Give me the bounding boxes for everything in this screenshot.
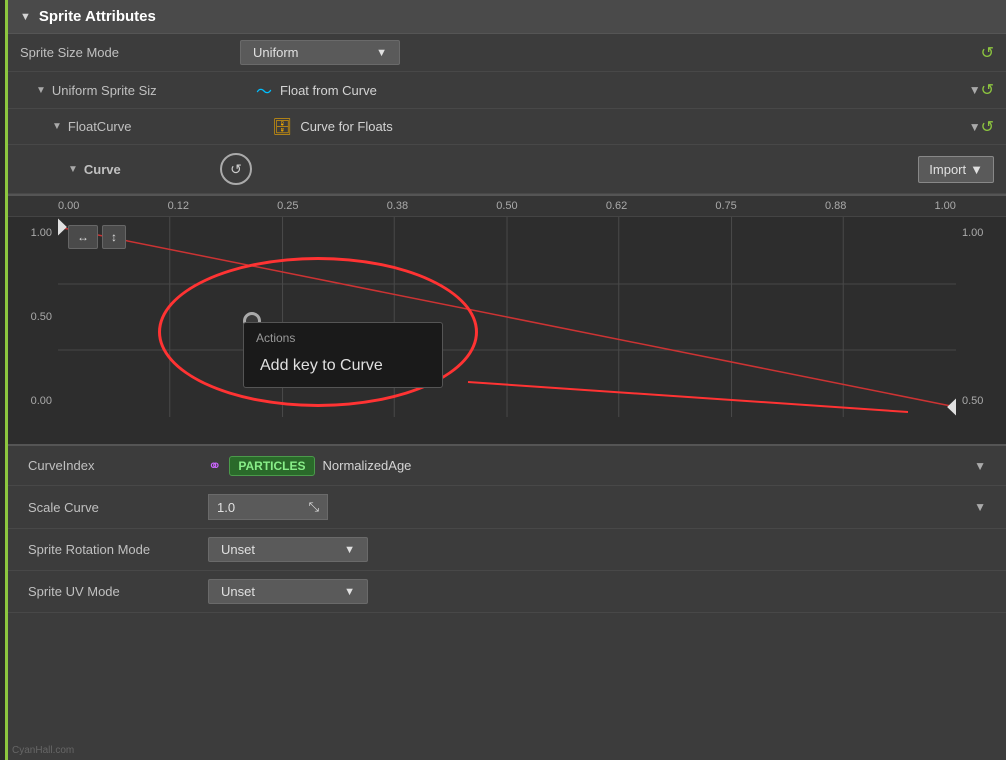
value-arrow-icon[interactable]: ▼ (969, 83, 981, 97)
sprite-size-mode-row: Sprite Size Mode Uniform ▼ ↺ (8, 34, 1006, 72)
expand-triangle[interactable]: ▼ (52, 121, 62, 132)
x-label-4: 0.50 (496, 200, 517, 212)
scale-curve-row: Scale Curve 1.0 ⤡ ▼ (8, 486, 1006, 529)
pan-vertical-button[interactable]: ↕ (102, 225, 126, 249)
watermark: CyanHall.com (12, 745, 74, 756)
chevron-down-icon: ▼ (376, 47, 387, 59)
chevron-down-icon: ▼ (344, 544, 355, 556)
sprite-uv-mode-label: Sprite UV Mode (28, 584, 208, 599)
import-button[interactable]: Import ▼ (918, 156, 994, 183)
sprite-size-mode-dropdown[interactable]: Uniform ▼ (240, 40, 400, 65)
value-arrow-icon[interactable]: ▼ (969, 120, 981, 134)
particles-badge: PARTICLES (229, 456, 314, 476)
sprite-size-mode-value: Uniform ▼ (240, 40, 981, 65)
y-left-0: 1.00 (31, 227, 52, 239)
left-bar (0, 0, 8, 760)
graph-y-left: 1.00 0.50 0.00 (8, 217, 58, 417)
database-icon: 🗄 (272, 117, 292, 137)
curve-reset-icon[interactable]: ↺ (220, 153, 252, 185)
section-title: Sprite Attributes (39, 8, 156, 25)
collapse-triangle[interactable]: ▼ (20, 11, 31, 23)
sprite-rotation-mode-dropdown[interactable]: Unset ▼ (208, 537, 368, 562)
sprite-attributes-header: ▼ Sprite Attributes (8, 0, 1006, 34)
curve-label: ▼ Curve (68, 162, 218, 177)
x-label-1: 0.12 (168, 200, 189, 212)
curve-row: ▼ Curve ↺ Import ▼ (8, 145, 1006, 194)
pan-horizontal-button[interactable]: ↔ (68, 225, 98, 249)
curve-svg (58, 217, 956, 417)
main-container: ▼ Sprite Attributes Sprite Size Mode Uni… (0, 0, 1006, 760)
sprite-uv-mode-value: Unset ▼ (208, 579, 986, 604)
scale-curve-label: Scale Curve (28, 500, 208, 515)
y-right-1: 0.50 (962, 395, 983, 407)
link-icon: ⚭ (208, 456, 221, 476)
graph-main: 1.00 0.50 0.00 (8, 217, 1006, 417)
x-label-6: 0.75 (715, 200, 736, 212)
curve-index-label: CurveIndex (28, 458, 208, 473)
context-menu-header: Actions (244, 327, 442, 349)
chevron-down-icon: ▼ (344, 586, 355, 598)
x-label-0: 0.00 (58, 200, 79, 212)
x-label-7: 0.88 (825, 200, 846, 212)
content-area: ▼ Sprite Attributes Sprite Size Mode Uni… (8, 0, 1006, 760)
y-right-0: 1.00 (962, 227, 983, 239)
context-menu: Actions Add key to Curve (243, 322, 443, 388)
reset-icon[interactable]: ↺ (981, 80, 994, 100)
graph-toolbar: ↔ ↕ (68, 225, 126, 249)
uniform-sprite-size-row: ▼ Uniform Sprite Siz 〜 Float from Curve … (8, 72, 1006, 109)
graph-y-right: 1.00 0.50 (956, 217, 1006, 417)
expand-triangle[interactable]: ▼ (68, 164, 78, 175)
resize-icon: ⤡ (309, 499, 319, 515)
bottom-properties: CurveIndex ⚭ PARTICLES NormalizedAge ▼ S… (8, 446, 1006, 760)
float-curve-row: ▼ FloatCurve 🗄 Curve for Floats ▼ ↺ (8, 109, 1006, 145)
curve-icon-wrap: ↺ (218, 151, 254, 187)
reset-icon[interactable]: ↺ (981, 117, 994, 137)
graph-canvas[interactable]: ↔ ↕ Actions Add key to Curve (58, 217, 956, 417)
add-key-to-curve-item[interactable]: Add key to Curve (244, 349, 442, 383)
sprite-uv-mode-dropdown[interactable]: Unset ▼ (208, 579, 368, 604)
scale-curve-value: 1.0 ⤡ (208, 494, 974, 520)
y-left-2: 0.00 (31, 395, 52, 407)
curve-index-row: CurveIndex ⚭ PARTICLES NormalizedAge ▼ (8, 446, 1006, 486)
properties-panel: Sprite Size Mode Uniform ▼ ↺ ▼ Uniform S… (8, 34, 1006, 196)
curve-graph-area[interactable]: 0.00 0.12 0.25 0.38 0.50 0.62 0.75 0.88 … (8, 196, 1006, 446)
sprite-rotation-mode-label: Sprite Rotation Mode (28, 542, 208, 557)
sprite-rotation-mode-row: Sprite Rotation Mode Unset ▼ (8, 529, 1006, 571)
x-label-5: 0.62 (606, 200, 627, 212)
sprite-size-mode-label: Sprite Size Mode (20, 45, 240, 60)
x-label-3: 0.38 (387, 200, 408, 212)
expand-triangle[interactable]: ▼ (36, 85, 46, 96)
sprite-rotation-mode-value: Unset ▼ (208, 537, 986, 562)
normalized-age: NormalizedAge (323, 458, 412, 473)
uniform-sprite-size-value: 〜 Float from Curve (256, 78, 969, 102)
sprite-uv-mode-row: Sprite UV Mode Unset ▼ (8, 571, 1006, 613)
x-label-2: 0.25 (277, 200, 298, 212)
scale-curve-input[interactable]: 1.0 ⤡ (208, 494, 328, 520)
float-curve-value: 🗄 Curve for Floats (272, 117, 969, 137)
reset-icon[interactable]: ↺ (981, 43, 994, 63)
curve-index-value: ⚭ PARTICLES NormalizedAge (208, 456, 974, 476)
dropdown-arrow-icon[interactable]: ▼ (974, 500, 986, 514)
float-curve-label: ▼ FloatCurve (52, 119, 272, 134)
x-label-8: 1.00 (935, 200, 956, 212)
chevron-down-icon: ▼ (970, 162, 983, 177)
uniform-sprite-size-label: ▼ Uniform Sprite Siz (36, 83, 256, 98)
float-curve-icon: 〜 (256, 78, 272, 102)
y-left-1: 0.50 (31, 311, 52, 323)
dropdown-arrow-icon[interactable]: ▼ (974, 459, 986, 473)
graph-x-axis: 0.00 0.12 0.25 0.38 0.50 0.62 0.75 0.88 … (8, 196, 1006, 217)
dropdown-value: Uniform (253, 45, 299, 60)
